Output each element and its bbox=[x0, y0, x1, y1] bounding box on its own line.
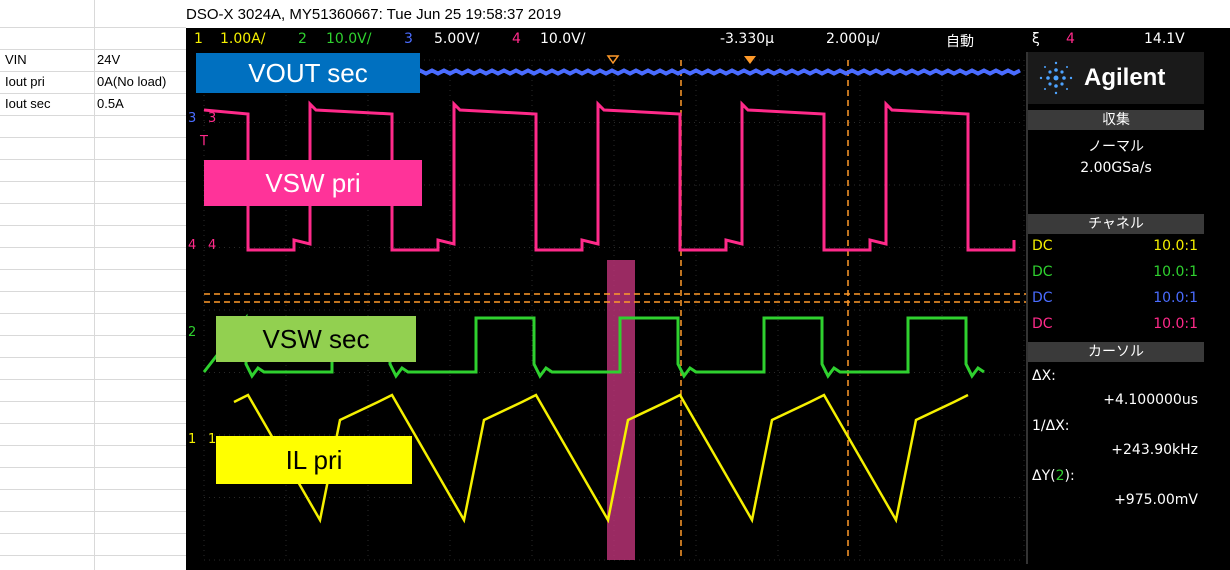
cell-label-vin[interactable]: VIN bbox=[5, 52, 91, 67]
channel-header[interactable]: チャネル bbox=[1028, 214, 1204, 234]
grid-line bbox=[0, 93, 186, 94]
grid-line bbox=[0, 71, 186, 72]
delta-x-label: ΔX: bbox=[1032, 368, 1056, 384]
agilent-spark-icon bbox=[1039, 61, 1073, 95]
grid-line bbox=[0, 115, 186, 116]
grid-line bbox=[0, 555, 186, 556]
grid-line bbox=[0, 137, 186, 138]
ch4-ground-marker[interactable]: 4 bbox=[188, 238, 196, 253]
ch3-scale: 5.00V/ bbox=[434, 31, 480, 47]
time-offset: -3.330µ bbox=[720, 31, 775, 47]
grid-line bbox=[0, 313, 186, 314]
ch2-number: 2 bbox=[298, 31, 307, 47]
grid-line bbox=[0, 291, 186, 292]
ch4-scale: 10.0V/ bbox=[540, 31, 586, 47]
trigger-channel: 4 bbox=[1066, 31, 1075, 47]
ch4-probe: 10.0:1 bbox=[1153, 316, 1198, 332]
cursor-region bbox=[607, 260, 635, 560]
ch3-level-label: 3 bbox=[208, 111, 217, 126]
ch2-probe: 10.0:1 bbox=[1153, 264, 1198, 280]
scope-title-bar: DSO-X 3024A, MY51360667: Tue Jun 25 19:5… bbox=[186, 0, 1230, 28]
grid-line bbox=[0, 225, 186, 226]
scope-title: DSO-X 3024A, MY51360667: Tue Jun 25 19:5… bbox=[186, 6, 562, 23]
waveform-display bbox=[202, 55, 1026, 561]
acquisition-header[interactable]: 収集 bbox=[1028, 110, 1204, 130]
brand-name: Agilent bbox=[1084, 64, 1166, 91]
ch2-ground-marker[interactable]: 2 bbox=[188, 325, 196, 340]
sample-rate: 2.00GSa/s bbox=[1080, 160, 1152, 176]
oscilloscope-screen: 1 1.00A/ 2 10.0V/ 3 5.00V/ 4 10.0V/ -3.3… bbox=[186, 28, 1230, 570]
inverse-delta-x-label: 1/ΔX: bbox=[1032, 418, 1070, 434]
ch1-number: 1 bbox=[194, 31, 203, 47]
brand-area: Agilent bbox=[1028, 52, 1204, 104]
delta-y-suffix: ): bbox=[1064, 468, 1075, 484]
delta-y-channel: 2 bbox=[1055, 468, 1065, 484]
grid-line bbox=[0, 379, 186, 380]
grid-line bbox=[0, 467, 186, 468]
cell-label-iout-pri[interactable]: Iout pri bbox=[5, 74, 91, 89]
vsw-sec-label: VSW sec bbox=[216, 316, 416, 362]
ch4-coupling: DC bbox=[1032, 316, 1053, 332]
spreadsheet: VIN 24V Iout pri 0A(No load) Iout sec 0.… bbox=[0, 0, 186, 570]
grid-line bbox=[0, 401, 186, 402]
trigger-level-marker[interactable]: T bbox=[200, 134, 208, 149]
grid-line bbox=[0, 489, 186, 490]
grid-line bbox=[0, 49, 186, 50]
time-scale: 2.000µ/ bbox=[826, 31, 880, 47]
delta-y-value: +975.00mV bbox=[1114, 492, 1198, 508]
grid-line bbox=[0, 533, 186, 534]
ch1-scale: 1.00A/ bbox=[220, 31, 266, 47]
cell-value-vin[interactable]: 24V bbox=[97, 52, 186, 67]
ch4-number: 4 bbox=[512, 31, 521, 47]
cell-label-iout-sec[interactable]: Iout sec bbox=[5, 96, 91, 111]
grid-line bbox=[0, 357, 186, 358]
acquisition-mode: ノーマル bbox=[1088, 139, 1144, 155]
vsw-pri-label: VSW pri bbox=[204, 160, 422, 206]
delta-x-value: +4.100000us bbox=[1103, 392, 1198, 408]
grid-line bbox=[0, 269, 186, 270]
cursor-header[interactable]: カーソル bbox=[1028, 342, 1204, 362]
delta-y-label: ΔY(2): bbox=[1032, 468, 1075, 484]
trigger-edge-icon: ξ bbox=[1032, 31, 1040, 47]
ch2-coupling: DC bbox=[1032, 264, 1053, 280]
cell-value-iout-pri[interactable]: 0A(No load) bbox=[97, 74, 186, 89]
grid-line bbox=[0, 511, 186, 512]
trigger-mode: 自動 bbox=[946, 34, 974, 50]
ch2-scale: 10.0V/ bbox=[326, 31, 372, 47]
ch3-number: 3 bbox=[404, 31, 413, 47]
grid-line bbox=[0, 335, 186, 336]
ch4-level-label: 4 bbox=[208, 238, 217, 253]
trigger-level: 14.1V bbox=[1144, 31, 1185, 47]
il-pri-label: IL pri bbox=[216, 436, 412, 484]
ch3-probe: 10.0:1 bbox=[1153, 290, 1198, 306]
cell-value-iout-sec[interactable]: 0.5A bbox=[97, 96, 186, 111]
ch3-ground-marker[interactable]: 3 bbox=[188, 111, 196, 126]
grid-line bbox=[0, 445, 186, 446]
grid-line bbox=[0, 27, 186, 28]
inverse-delta-x-value: +243.90kHz bbox=[1111, 442, 1198, 458]
grid-line bbox=[0, 159, 186, 160]
grid-line bbox=[0, 181, 186, 182]
ch1-probe: 10.0:1 bbox=[1153, 238, 1198, 254]
grid-line bbox=[0, 247, 186, 248]
ch1-ground-marker[interactable]: 1 bbox=[188, 432, 196, 447]
grid-line bbox=[0, 423, 186, 424]
ch3-coupling: DC bbox=[1032, 290, 1053, 306]
delta-y-prefix: ΔY( bbox=[1032, 468, 1056, 484]
status-bar: 1 1.00A/ 2 10.0V/ 3 5.00V/ 4 10.0V/ -3.3… bbox=[186, 28, 1230, 50]
ch1-coupling: DC bbox=[1032, 238, 1053, 254]
vout-sec-label: VOUT sec bbox=[196, 53, 420, 93]
info-panel: Agilent 収集 ノーマル 2.00GSa/s チャネル DC 10.0:1… bbox=[1026, 52, 1204, 564]
grid-line bbox=[94, 0, 95, 570]
grid-line bbox=[0, 203, 186, 204]
